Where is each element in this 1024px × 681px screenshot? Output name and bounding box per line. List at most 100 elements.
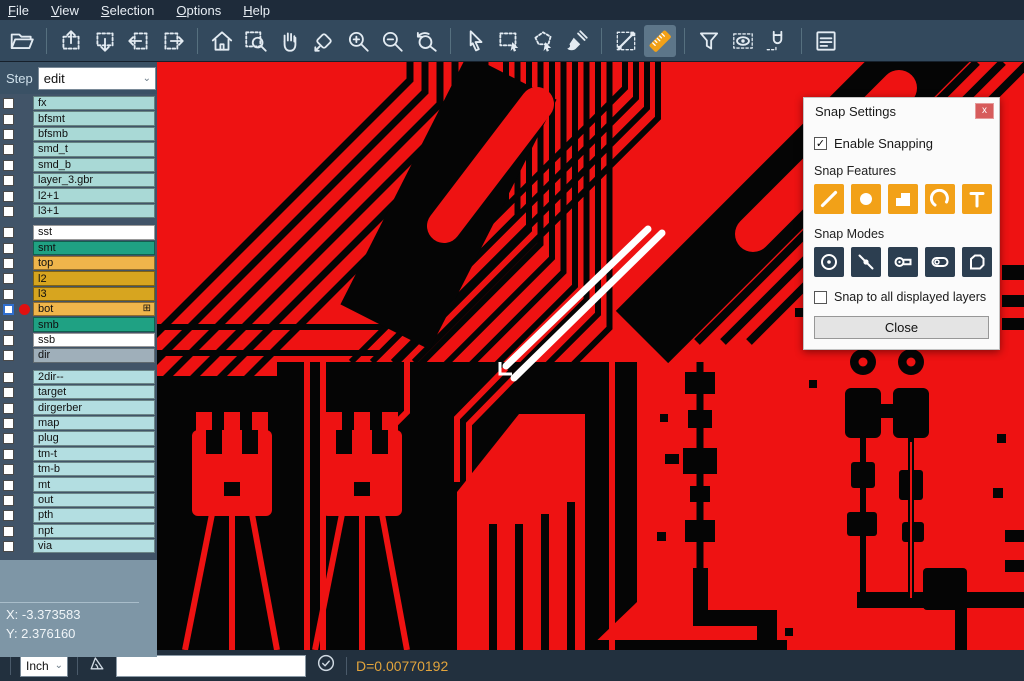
pan-up-icon[interactable] bbox=[55, 25, 87, 57]
layer-row-plug[interactable]: plug bbox=[0, 431, 157, 446]
zoom-in-icon[interactable] bbox=[342, 25, 374, 57]
layer-row-mt[interactable]: mt bbox=[0, 477, 157, 492]
measure-input[interactable] bbox=[116, 655, 306, 677]
layer-row-via[interactable]: via bbox=[0, 539, 157, 554]
layer-row-out[interactable]: out bbox=[0, 493, 157, 508]
layer-visibility-checkbox[interactable] bbox=[3, 160, 14, 171]
zoom-previous-icon[interactable] bbox=[410, 25, 442, 57]
snap-feature-surface-button[interactable] bbox=[888, 184, 918, 214]
layer-visibility-checkbox[interactable] bbox=[3, 243, 14, 254]
layer-row-smt[interactable]: smt bbox=[0, 241, 157, 256]
snap-mode-contour-button[interactable] bbox=[962, 247, 992, 277]
layer-visibility-checkbox[interactable] bbox=[3, 433, 14, 444]
layer-row-dir[interactable]: dir bbox=[0, 348, 157, 363]
snap-mode-midpoint-button[interactable] bbox=[851, 247, 881, 277]
layer-row-sst[interactable]: sst bbox=[0, 225, 157, 240]
layer-name[interactable]: npt bbox=[33, 524, 155, 538]
zoom-out-icon[interactable] bbox=[376, 25, 408, 57]
open-folder-icon[interactable] bbox=[6, 25, 38, 57]
menu-help[interactable]: Help bbox=[243, 3, 270, 18]
layer-visibility-checkbox[interactable] bbox=[3, 350, 14, 361]
snap-magnet-icon[interactable] bbox=[761, 25, 793, 57]
snap-feature-text-button[interactable] bbox=[962, 184, 992, 214]
pan-left-icon[interactable] bbox=[123, 25, 155, 57]
pan-right-icon[interactable] bbox=[157, 25, 189, 57]
layer-row-dirgerber[interactable]: dirgerber bbox=[0, 400, 157, 415]
layer-visibility-checkbox[interactable] bbox=[3, 335, 14, 346]
step-dropdown[interactable]: edit ⌄ bbox=[38, 67, 156, 90]
layer-visibility-checkbox[interactable] bbox=[3, 464, 14, 475]
close-icon[interactable]: x bbox=[975, 103, 994, 119]
layer-name[interactable]: l2 bbox=[33, 271, 155, 285]
layer-row-fx[interactable]: fx bbox=[0, 96, 157, 111]
view-visibility-icon[interactable] bbox=[727, 25, 759, 57]
layer-row-top[interactable]: top bbox=[0, 256, 157, 271]
layer-row-l3+1[interactable]: l3+1 bbox=[0, 204, 157, 219]
layer-name[interactable]: tm-t bbox=[33, 447, 155, 461]
layer-visibility-checkbox[interactable] bbox=[3, 258, 14, 269]
layer-visibility-checkbox[interactable] bbox=[3, 129, 14, 140]
ruler-icon[interactable] bbox=[644, 25, 676, 57]
pcb-canvas[interactable]: Snap Settings x ✓ Enable Snapping Snap F… bbox=[157, 62, 1024, 650]
rect-select-icon[interactable] bbox=[493, 25, 525, 57]
layer-name[interactable]: layer_3.gbr bbox=[33, 173, 155, 187]
layer-visibility-checkbox[interactable] bbox=[3, 304, 14, 315]
layer-row-bfsmt[interactable]: bfsmt bbox=[0, 111, 157, 126]
snap-mode-center-button[interactable] bbox=[814, 247, 844, 277]
layer-name[interactable]: l3 bbox=[33, 287, 155, 301]
layer-visibility-checkbox[interactable] bbox=[3, 273, 14, 284]
layer-row-2dir--[interactable]: 2dir-- bbox=[0, 370, 157, 385]
menu-options[interactable]: Options bbox=[176, 3, 221, 18]
layer-visibility-checkbox[interactable] bbox=[3, 289, 14, 300]
layer-row-pth[interactable]: pth bbox=[0, 508, 157, 523]
layer-visibility-checkbox[interactable] bbox=[3, 403, 14, 414]
layer-name[interactable]: dir bbox=[33, 348, 155, 362]
layer-name[interactable]: map bbox=[33, 416, 155, 430]
layer-visibility-checkbox[interactable] bbox=[3, 449, 14, 460]
layer-visibility-checkbox[interactable] bbox=[3, 227, 14, 238]
layer-visibility-checkbox[interactable] bbox=[3, 372, 14, 383]
layer-name[interactable]: out bbox=[33, 493, 155, 507]
layer-row-smd_b[interactable]: smd_b bbox=[0, 158, 157, 173]
layer-name[interactable]: smd_t bbox=[33, 142, 155, 156]
layer-row-map[interactable]: map bbox=[0, 416, 157, 431]
layer-name[interactable]: bot⊞ bbox=[33, 302, 155, 316]
menu-view[interactable]: View bbox=[51, 3, 79, 18]
layer-row-tm-b[interactable]: tm-b bbox=[0, 462, 157, 477]
layer-name[interactable]: smb bbox=[33, 317, 155, 331]
layer-row-l3[interactable]: l3 bbox=[0, 287, 157, 302]
poly-select-icon[interactable] bbox=[527, 25, 559, 57]
apply-check-icon[interactable] bbox=[315, 652, 337, 679]
dialog-title-bar[interactable]: Snap Settings x bbox=[804, 98, 999, 124]
layer-name[interactable]: dirgerber bbox=[33, 400, 155, 414]
snap-feature-pad-button[interactable] bbox=[851, 184, 881, 214]
layer-name[interactable]: top bbox=[33, 256, 155, 270]
select-arrow-icon[interactable] bbox=[459, 25, 491, 57]
zoom-area-icon[interactable] bbox=[240, 25, 272, 57]
layer-row-target[interactable]: target bbox=[0, 385, 157, 400]
layer-name[interactable]: plug bbox=[33, 431, 155, 445]
layer-row-bot[interactable]: bot⊞ bbox=[0, 302, 157, 317]
layer-visibility-checkbox[interactable] bbox=[3, 175, 14, 186]
layer-visibility-checkbox[interactable] bbox=[3, 98, 14, 109]
filter-icon[interactable] bbox=[693, 25, 725, 57]
close-button[interactable]: Close bbox=[814, 316, 989, 339]
layer-name[interactable]: fx bbox=[33, 96, 155, 110]
snap-mode-pad-center-button[interactable] bbox=[888, 247, 918, 277]
layer-visibility-checkbox[interactable] bbox=[3, 206, 14, 217]
snap-feature-line-button[interactable] bbox=[814, 184, 844, 214]
home-icon[interactable] bbox=[206, 25, 238, 57]
layer-name[interactable]: target bbox=[33, 385, 155, 399]
units-dropdown[interactable]: Inch ⌄ bbox=[20, 655, 68, 677]
measure-line-icon[interactable] bbox=[610, 25, 642, 57]
layer-visibility-checkbox[interactable] bbox=[3, 144, 14, 155]
layer-row-tm-t[interactable]: tm-t bbox=[0, 447, 157, 462]
layer-row-bfsmb[interactable]: bfsmb bbox=[0, 127, 157, 142]
layer-name[interactable]: pth bbox=[33, 508, 155, 522]
layer-visibility-checkbox[interactable] bbox=[3, 541, 14, 552]
layer-visibility-checkbox[interactable] bbox=[3, 418, 14, 429]
layer-row-npt[interactable]: npt bbox=[0, 524, 157, 539]
layer-visibility-checkbox[interactable] bbox=[3, 191, 14, 202]
menu-selection[interactable]: Selection bbox=[101, 3, 154, 18]
enable-snapping-checkbox[interactable]: ✓ bbox=[814, 137, 827, 150]
